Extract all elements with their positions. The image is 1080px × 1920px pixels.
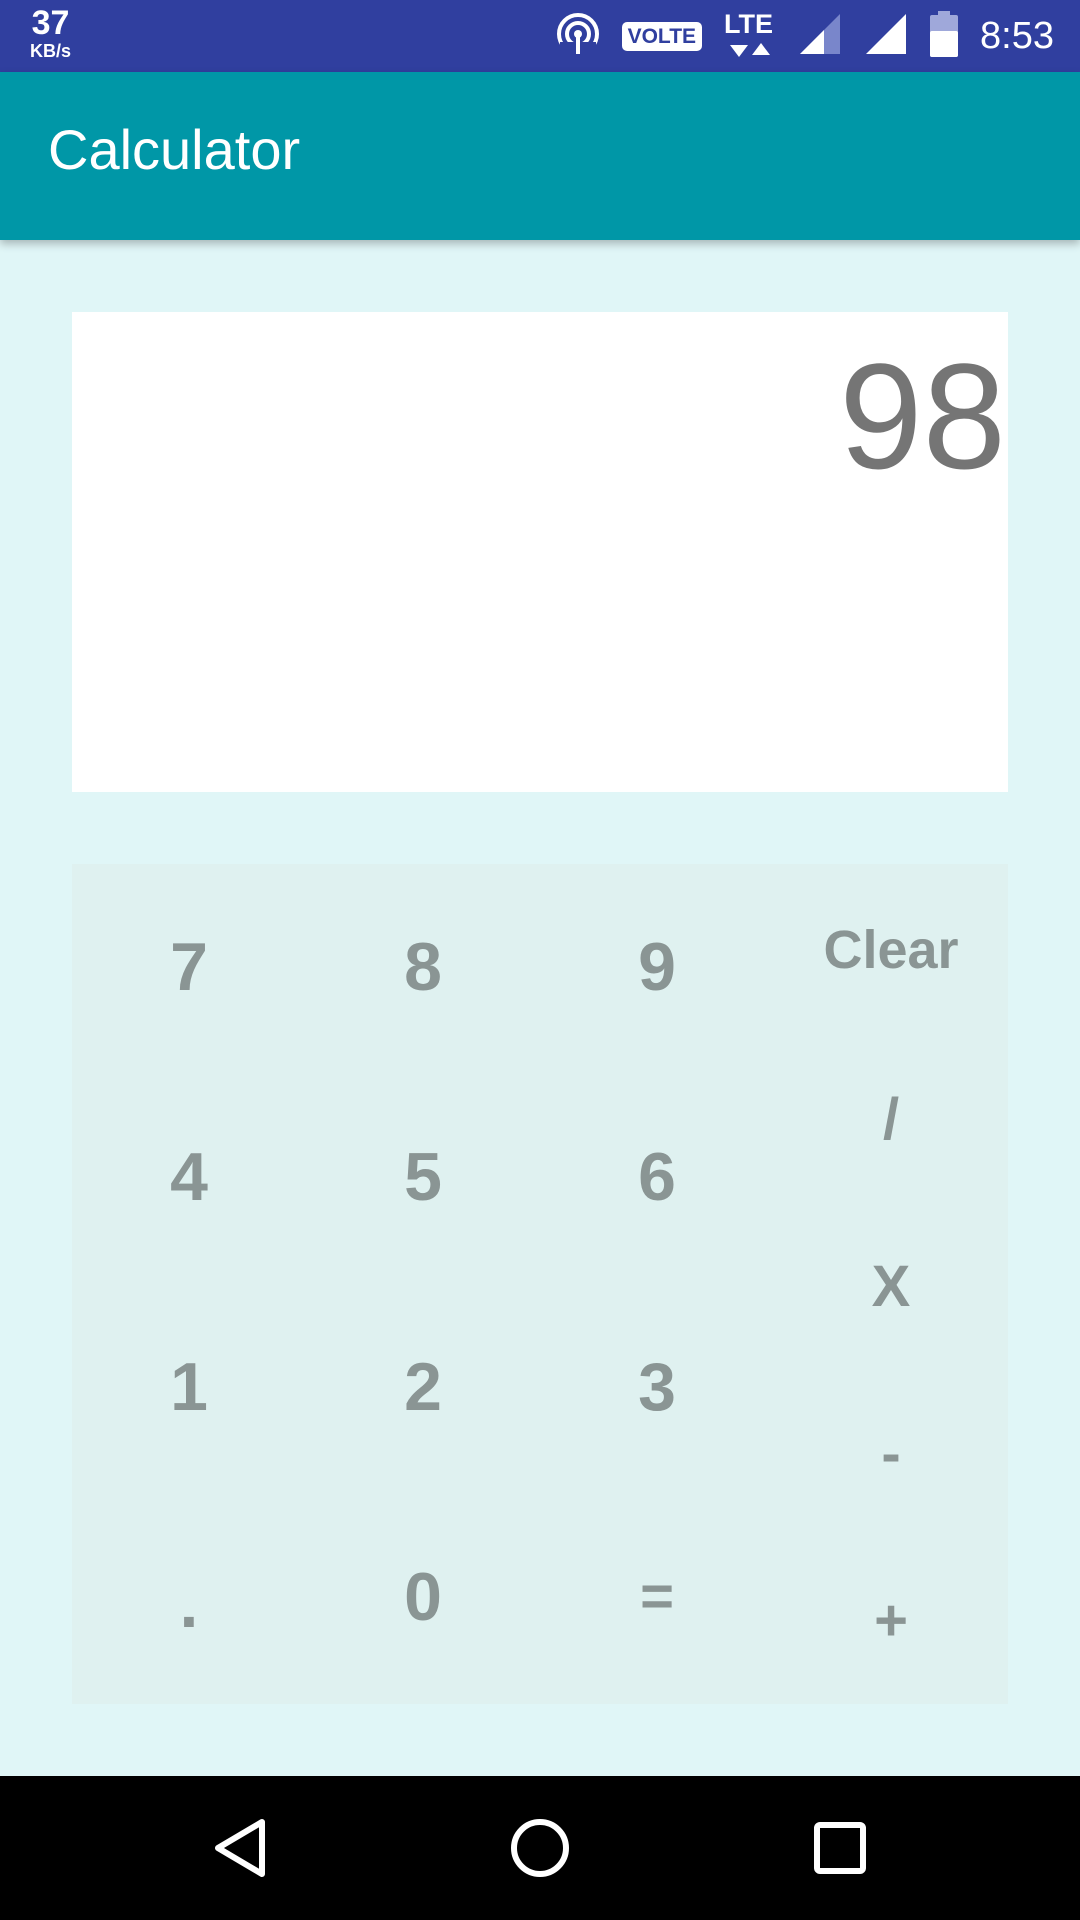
key-0[interactable]: 0 xyxy=(343,1552,503,1642)
display-value: 98 xyxy=(839,332,1006,500)
signal-icon xyxy=(798,12,842,61)
app-bar: Calculator xyxy=(0,72,1080,240)
signal-icon xyxy=(864,12,908,61)
status-bar: 37 KB/s VOLTE LTE 8:53 xyxy=(0,0,1080,72)
navigation-bar xyxy=(0,1776,1080,1920)
back-icon[interactable] xyxy=(200,1808,280,1888)
calculator-screen: 37 KB/s VOLTE LTE 8:53 Calculator 98 7 8… xyxy=(0,0,1080,1920)
lte-label: LTE xyxy=(724,9,774,39)
equals-button[interactable]: = xyxy=(577,1552,737,1642)
recents-icon[interactable] xyxy=(800,1808,880,1888)
decimal-point-button[interactable]: . xyxy=(109,1559,269,1649)
add-button[interactable]: + xyxy=(811,1576,971,1666)
network-speed-unit: KB/s xyxy=(30,41,72,61)
hotspot-icon xyxy=(556,12,600,61)
multiply-button[interactable]: X xyxy=(811,1242,971,1332)
app-title: Calculator xyxy=(48,118,301,181)
network-speed: 37 KB/s xyxy=(30,6,71,60)
network-speed-value: 37 xyxy=(31,4,70,42)
clock-time: 8:53 xyxy=(980,15,1054,57)
key-2[interactable]: 2 xyxy=(343,1342,503,1432)
lte-data-icon: LTE xyxy=(724,11,776,61)
key-5[interactable]: 5 xyxy=(343,1132,503,1222)
clear-button[interactable]: Clear xyxy=(791,905,991,995)
volte-icon: VOLTE xyxy=(621,21,703,51)
divide-button[interactable]: / xyxy=(811,1075,971,1165)
key-4[interactable]: 4 xyxy=(109,1132,269,1222)
subtract-button[interactable]: - xyxy=(811,1409,971,1499)
key-9[interactable]: 9 xyxy=(577,922,737,1012)
key-6[interactable]: 6 xyxy=(577,1132,737,1222)
home-icon[interactable] xyxy=(500,1808,580,1888)
status-icons: VOLTE LTE 8:53 xyxy=(534,0,1054,72)
key-7[interactable]: 7 xyxy=(109,922,269,1012)
keypad: 7 8 9 Clear 4 5 6 / X 1 2 3 - . 0 = + xyxy=(72,864,1008,1704)
result-display: 98 xyxy=(72,312,1008,792)
key-3[interactable]: 3 xyxy=(577,1342,737,1432)
key-8[interactable]: 8 xyxy=(343,922,503,1012)
key-1[interactable]: 1 xyxy=(109,1342,269,1432)
battery-icon xyxy=(930,10,959,62)
